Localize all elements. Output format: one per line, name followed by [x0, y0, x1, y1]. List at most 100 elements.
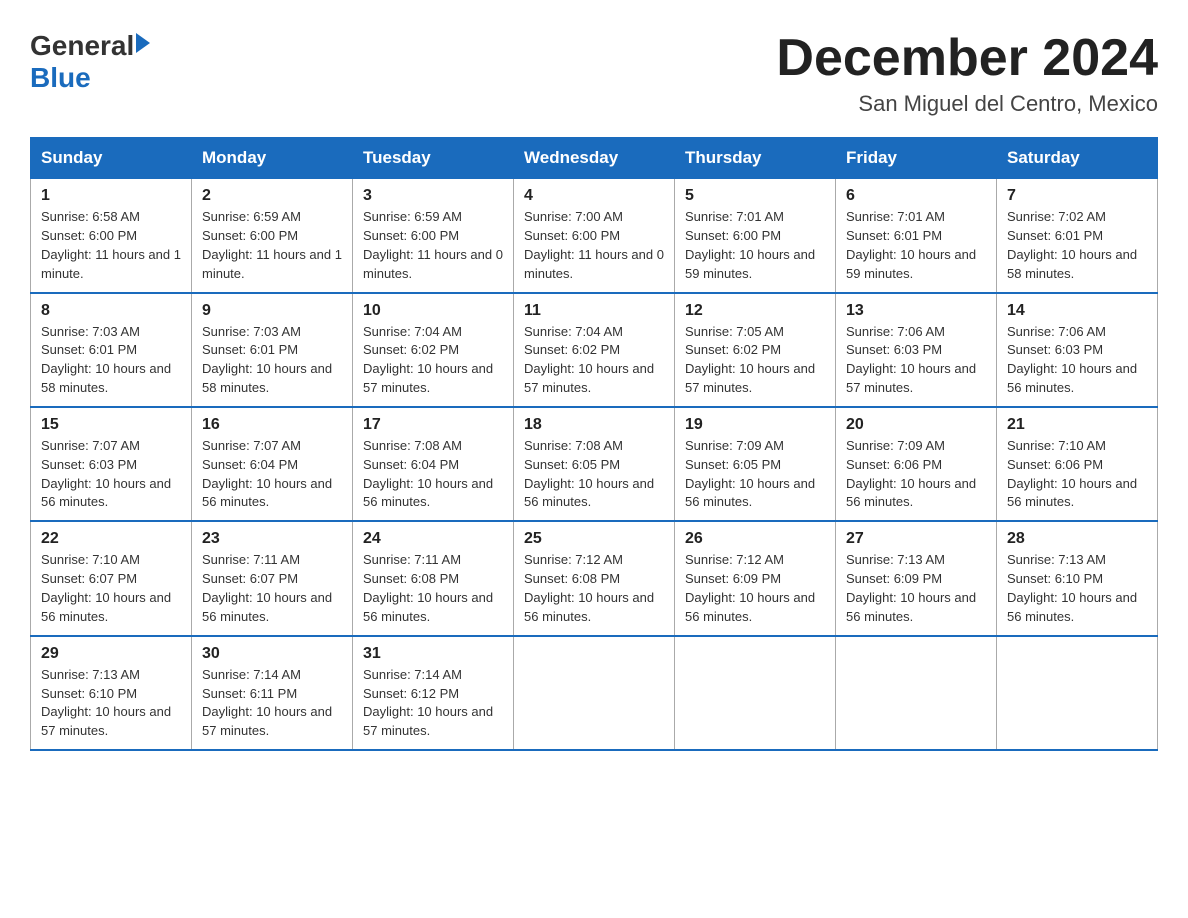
- calendar-cell: 13 Sunrise: 7:06 AMSunset: 6:03 PMDaylig…: [836, 293, 997, 407]
- day-number: 25: [524, 530, 664, 548]
- calendar-cell: [997, 636, 1158, 750]
- calendar-cell: 7 Sunrise: 7:02 AMSunset: 6:01 PMDayligh…: [997, 179, 1158, 293]
- day-number: 14: [1007, 302, 1147, 320]
- day-number: 16: [202, 416, 342, 434]
- column-header-monday: Monday: [192, 138, 353, 179]
- day-info: Sunrise: 7:12 AMSunset: 6:08 PMDaylight:…: [524, 552, 654, 624]
- day-info: Sunrise: 7:10 AMSunset: 6:06 PMDaylight:…: [1007, 438, 1137, 510]
- day-info: Sunrise: 7:08 AMSunset: 6:04 PMDaylight:…: [363, 438, 493, 510]
- day-info: Sunrise: 7:02 AMSunset: 6:01 PMDaylight:…: [1007, 209, 1137, 281]
- calendar-cell: 24 Sunrise: 7:11 AMSunset: 6:08 PMDaylig…: [353, 521, 514, 635]
- day-number: 21: [1007, 416, 1147, 434]
- calendar-cell: 21 Sunrise: 7:10 AMSunset: 6:06 PMDaylig…: [997, 407, 1158, 521]
- day-info: Sunrise: 7:00 AMSunset: 6:00 PMDaylight:…: [524, 209, 664, 281]
- calendar-cell: [836, 636, 997, 750]
- day-info: Sunrise: 7:01 AMSunset: 6:00 PMDaylight:…: [685, 209, 815, 281]
- column-header-tuesday: Tuesday: [353, 138, 514, 179]
- column-header-friday: Friday: [836, 138, 997, 179]
- calendar-cell: 2 Sunrise: 6:59 AMSunset: 6:00 PMDayligh…: [192, 179, 353, 293]
- day-info: Sunrise: 7:11 AMSunset: 6:07 PMDaylight:…: [202, 552, 332, 624]
- day-number: 11: [524, 302, 664, 320]
- day-info: Sunrise: 7:14 AMSunset: 6:11 PMDaylight:…: [202, 667, 332, 739]
- calendar-cell: 3 Sunrise: 6:59 AMSunset: 6:00 PMDayligh…: [353, 179, 514, 293]
- week-row-1: 1 Sunrise: 6:58 AMSunset: 6:00 PMDayligh…: [31, 179, 1158, 293]
- day-number: 8: [41, 302, 181, 320]
- day-info: Sunrise: 7:13 AMSunset: 6:10 PMDaylight:…: [41, 667, 171, 739]
- calendar-cell: 25 Sunrise: 7:12 AMSunset: 6:08 PMDaylig…: [514, 521, 675, 635]
- logo-blue-text: Blue: [30, 62, 91, 94]
- day-info: Sunrise: 7:10 AMSunset: 6:07 PMDaylight:…: [41, 552, 171, 624]
- day-info: Sunrise: 7:11 AMSunset: 6:08 PMDaylight:…: [363, 552, 493, 624]
- calendar-cell: 10 Sunrise: 7:04 AMSunset: 6:02 PMDaylig…: [353, 293, 514, 407]
- day-info: Sunrise: 7:07 AMSunset: 6:04 PMDaylight:…: [202, 438, 332, 510]
- column-header-sunday: Sunday: [31, 138, 192, 179]
- calendar-cell: 30 Sunrise: 7:14 AMSunset: 6:11 PMDaylig…: [192, 636, 353, 750]
- day-info: Sunrise: 7:04 AMSunset: 6:02 PMDaylight:…: [363, 324, 493, 396]
- day-number: 6: [846, 187, 986, 205]
- day-info: Sunrise: 7:09 AMSunset: 6:05 PMDaylight:…: [685, 438, 815, 510]
- day-number: 26: [685, 530, 825, 548]
- calendar-cell: [675, 636, 836, 750]
- day-number: 4: [524, 187, 664, 205]
- calendar-cell: 12 Sunrise: 7:05 AMSunset: 6:02 PMDaylig…: [675, 293, 836, 407]
- calendar-cell: 27 Sunrise: 7:13 AMSunset: 6:09 PMDaylig…: [836, 521, 997, 635]
- day-number: 31: [363, 645, 503, 663]
- day-info: Sunrise: 6:59 AMSunset: 6:00 PMDaylight:…: [363, 209, 503, 281]
- day-info: Sunrise: 7:09 AMSunset: 6:06 PMDaylight:…: [846, 438, 976, 510]
- day-number: 27: [846, 530, 986, 548]
- week-row-5: 29 Sunrise: 7:13 AMSunset: 6:10 PMDaylig…: [31, 636, 1158, 750]
- day-info: Sunrise: 7:14 AMSunset: 6:12 PMDaylight:…: [363, 667, 493, 739]
- logo-arrow-icon: [136, 33, 150, 53]
- day-number: 15: [41, 416, 181, 434]
- day-number: 18: [524, 416, 664, 434]
- calendar-cell: 20 Sunrise: 7:09 AMSunset: 6:06 PMDaylig…: [836, 407, 997, 521]
- day-info: Sunrise: 7:06 AMSunset: 6:03 PMDaylight:…: [846, 324, 976, 396]
- day-number: 24: [363, 530, 503, 548]
- month-title: December 2024: [776, 30, 1158, 87]
- column-header-thursday: Thursday: [675, 138, 836, 179]
- day-number: 12: [685, 302, 825, 320]
- day-number: 30: [202, 645, 342, 663]
- day-number: 13: [846, 302, 986, 320]
- calendar-cell: 15 Sunrise: 7:07 AMSunset: 6:03 PMDaylig…: [31, 407, 192, 521]
- calendar-cell: [514, 636, 675, 750]
- page-header: General Blue December 2024 San Miguel de…: [30, 30, 1158, 117]
- day-info: Sunrise: 7:13 AMSunset: 6:10 PMDaylight:…: [1007, 552, 1137, 624]
- column-header-wednesday: Wednesday: [514, 138, 675, 179]
- day-info: Sunrise: 7:08 AMSunset: 6:05 PMDaylight:…: [524, 438, 654, 510]
- calendar-cell: 28 Sunrise: 7:13 AMSunset: 6:10 PMDaylig…: [997, 521, 1158, 635]
- day-number: 9: [202, 302, 342, 320]
- title-block: December 2024 San Miguel del Centro, Mex…: [776, 30, 1158, 117]
- calendar-cell: 14 Sunrise: 7:06 AMSunset: 6:03 PMDaylig…: [997, 293, 1158, 407]
- day-number: 19: [685, 416, 825, 434]
- day-info: Sunrise: 7:03 AMSunset: 6:01 PMDaylight:…: [41, 324, 171, 396]
- day-number: 17: [363, 416, 503, 434]
- day-info: Sunrise: 7:04 AMSunset: 6:02 PMDaylight:…: [524, 324, 654, 396]
- calendar-cell: 22 Sunrise: 7:10 AMSunset: 6:07 PMDaylig…: [31, 521, 192, 635]
- day-info: Sunrise: 7:13 AMSunset: 6:09 PMDaylight:…: [846, 552, 976, 624]
- day-info: Sunrise: 7:01 AMSunset: 6:01 PMDaylight:…: [846, 209, 976, 281]
- week-row-3: 15 Sunrise: 7:07 AMSunset: 6:03 PMDaylig…: [31, 407, 1158, 521]
- day-info: Sunrise: 7:05 AMSunset: 6:02 PMDaylight:…: [685, 324, 815, 396]
- day-info: Sunrise: 6:59 AMSunset: 6:00 PMDaylight:…: [202, 209, 342, 281]
- calendar-cell: 8 Sunrise: 7:03 AMSunset: 6:01 PMDayligh…: [31, 293, 192, 407]
- day-info: Sunrise: 7:03 AMSunset: 6:01 PMDaylight:…: [202, 324, 332, 396]
- day-number: 10: [363, 302, 503, 320]
- day-number: 28: [1007, 530, 1147, 548]
- day-number: 20: [846, 416, 986, 434]
- calendar-cell: 11 Sunrise: 7:04 AMSunset: 6:02 PMDaylig…: [514, 293, 675, 407]
- day-number: 29: [41, 645, 181, 663]
- week-row-4: 22 Sunrise: 7:10 AMSunset: 6:07 PMDaylig…: [31, 521, 1158, 635]
- day-number: 2: [202, 187, 342, 205]
- calendar-cell: 6 Sunrise: 7:01 AMSunset: 6:01 PMDayligh…: [836, 179, 997, 293]
- calendar-cell: 23 Sunrise: 7:11 AMSunset: 6:07 PMDaylig…: [192, 521, 353, 635]
- day-number: 23: [202, 530, 342, 548]
- day-number: 22: [41, 530, 181, 548]
- day-number: 5: [685, 187, 825, 205]
- calendar-cell: 19 Sunrise: 7:09 AMSunset: 6:05 PMDaylig…: [675, 407, 836, 521]
- calendar-table: SundayMondayTuesdayWednesdayThursdayFrid…: [30, 137, 1158, 751]
- calendar-cell: 17 Sunrise: 7:08 AMSunset: 6:04 PMDaylig…: [353, 407, 514, 521]
- column-header-saturday: Saturday: [997, 138, 1158, 179]
- calendar-cell: 26 Sunrise: 7:12 AMSunset: 6:09 PMDaylig…: [675, 521, 836, 635]
- calendar-cell: 29 Sunrise: 7:13 AMSunset: 6:10 PMDaylig…: [31, 636, 192, 750]
